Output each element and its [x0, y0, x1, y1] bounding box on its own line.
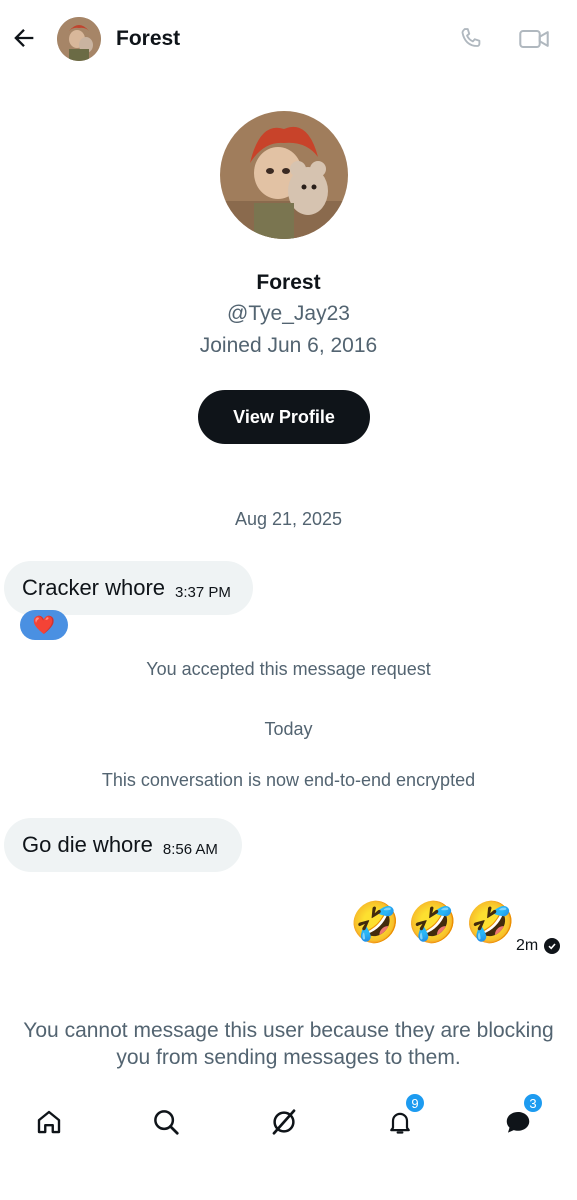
date-divider: Aug 21, 2025 — [234, 509, 343, 529]
read-check-icon — [544, 938, 561, 954]
search-icon — [154, 1110, 179, 1135]
video-camera-icon — [519, 29, 549, 49]
message-count-badge: 3 — [522, 1092, 544, 1114]
rolling-laughing-emoji: 🤣 — [407, 901, 458, 945]
received-message[interactable]: Go die whore 8:56 AM — [4, 818, 242, 872]
blocked-notice-line: you from sending messages to them. — [116, 1046, 461, 1069]
rolling-laughing-emoji: 🤣 — [350, 901, 400, 945]
heart-icon: ❤️ — [32, 615, 56, 635]
profile-name: Forest — [256, 271, 321, 294]
view-profile-button[interactable]: View Profile — [198, 390, 370, 444]
home-icon — [37, 1110, 61, 1134]
message-time: 3:37 PM — [175, 583, 231, 601]
header-title: Forest — [116, 27, 181, 50]
date-divider: Today — [264, 719, 313, 739]
conversation-header: Forest — [0, 0, 577, 78]
grok-icon — [272, 1109, 296, 1135]
profile-joined-date: Joined Jun 6, 2016 — [199, 334, 378, 357]
message-text: Go die whore — [22, 832, 153, 857]
heart-reaction[interactable]: ❤️ — [20, 610, 68, 640]
video-call-button[interactable] — [516, 22, 552, 56]
nav-notifications[interactable]: 9 — [380, 1092, 426, 1142]
avatar[interactable] — [57, 17, 101, 61]
arrow-left-icon — [14, 29, 34, 47]
nav-messages[interactable]: 3 — [498, 1092, 544, 1142]
message-text: Cracker whore — [22, 575, 166, 600]
request-accepted-notice: You accepted this message request — [146, 659, 431, 679]
rolling-laughing-emoji: 🤣 — [465, 901, 516, 945]
profile-avatar[interactable] — [220, 111, 348, 239]
sent-message-meta: 2m — [516, 937, 561, 955]
nav-grok[interactable] — [264, 1102, 304, 1142]
blocked-notice: You cannot message this user because the… — [0, 1017, 577, 1071]
profile-handle: @Tye_Jay23 — [227, 302, 350, 325]
nav-home[interactable] — [29, 1102, 69, 1142]
bottom-nav: 9 3 — [0, 1092, 577, 1152]
call-button[interactable] — [454, 22, 488, 56]
phone-icon — [461, 28, 481, 47]
nav-search[interactable] — [146, 1102, 186, 1142]
message-time: 2m — [516, 937, 539, 954]
encryption-notice: This conversation is now end-to-end encr… — [101, 770, 476, 790]
blocked-notice-line: You cannot message this user because the… — [23, 1019, 554, 1042]
received-message[interactable]: Cracker whore 3:37 PM — [4, 561, 253, 615]
back-button[interactable] — [6, 20, 42, 56]
notification-count-badge: 9 — [404, 1092, 426, 1114]
message-time: 8:56 AM — [162, 840, 218, 858]
sent-message[interactable]: 🤣 🤣 🤣 — [350, 900, 515, 946]
